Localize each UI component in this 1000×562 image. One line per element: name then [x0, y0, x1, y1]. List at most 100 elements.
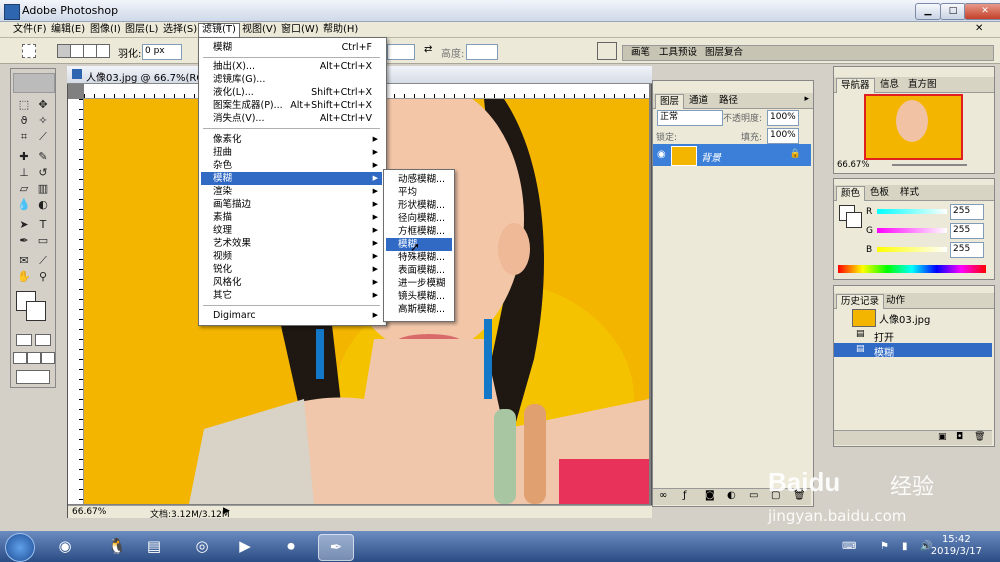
tab-histogram[interactable]: 直方图 — [904, 78, 941, 92]
quick-mask-icon[interactable] — [35, 334, 51, 346]
tab-info[interactable]: 信息 — [876, 78, 903, 92]
eyedropper-icon[interactable]: ⟋ — [35, 255, 51, 267]
menu-item-stylize[interactable]: 风格化 ▶ — [201, 276, 382, 289]
screen-mode-full-icon[interactable] — [41, 352, 55, 364]
tab-actions[interactable]: 动作 — [882, 294, 909, 308]
new-selection-icon[interactable] — [57, 44, 71, 58]
menu-item-render[interactable]: 渲染 ▶ — [201, 185, 382, 198]
zoom-level[interactable]: 66.67% — [72, 507, 106, 517]
layer-mask-icon[interactable]: ◙ — [705, 490, 715, 501]
blue-slider[interactable] — [877, 247, 947, 252]
tab-history[interactable]: 历史记录 — [836, 294, 885, 309]
color-bg-swatch[interactable] — [846, 212, 862, 228]
menu-view[interactable]: 视图(V) — [239, 23, 280, 37]
submenu-item-lens-blur[interactable]: 镜头模糊... — [386, 290, 452, 303]
tab-layers[interactable]: 图层 — [655, 94, 685, 109]
shape-tool-icon[interactable]: ▭ — [35, 235, 51, 247]
menu-layer[interactable]: 图层(L) — [122, 23, 161, 37]
fill-input[interactable]: 100% — [767, 128, 799, 144]
keyboard-icon[interactable]: ⌨ — [842, 541, 856, 552]
tab-swatches[interactable]: 色板 — [866, 186, 893, 200]
notes-tool-icon[interactable]: ✉ — [16, 255, 32, 267]
delete-state-icon[interactable]: 🗑 — [974, 432, 985, 442]
menu-item-liquify[interactable]: 液化(L)... Shift+Ctrl+X — [201, 86, 382, 99]
maximize-button[interactable]: □ — [940, 3, 966, 20]
marquee-tool-preset-icon[interactable] — [22, 44, 36, 58]
menu-item-filter-gallery[interactable]: 滤镜库(G)... — [201, 73, 382, 86]
crop-tool-icon[interactable]: ⌗ — [16, 131, 32, 143]
menu-window[interactable]: 窗口(W) — [278, 23, 322, 37]
color-ramp[interactable] — [838, 265, 986, 273]
navigator-zoom-slider[interactable] — [892, 164, 967, 166]
menu-item-last-filter[interactable]: 模糊 Ctrl+F — [201, 41, 382, 54]
dodge-tool-icon[interactable]: ◐ — [35, 199, 51, 211]
new-group-icon[interactable]: ▭ — [749, 490, 758, 501]
submenu-item-box-blur[interactable]: 方框模糊... — [386, 225, 452, 238]
new-document-from-state-icon[interactable]: ▣ — [938, 432, 947, 442]
blur-tool-icon[interactable]: 💧 — [16, 199, 32, 211]
adjustment-layer-icon[interactable]: ◐ — [727, 490, 736, 501]
submenu-item-radial-blur[interactable]: 径向模糊... — [386, 212, 452, 225]
healing-brush-icon[interactable]: ✚ — [16, 151, 32, 163]
new-snapshot-icon[interactable]: ◘ — [956, 432, 963, 442]
tab-channels[interactable]: 通道 — [685, 94, 712, 108]
menu-item-sketch[interactable]: 素描 ▶ — [201, 211, 382, 224]
video-player-icon[interactable]: ▶ — [228, 534, 262, 559]
tab-navigator[interactable]: 导航器 — [836, 78, 875, 93]
menu-item-other[interactable]: 其它 ▶ — [201, 289, 382, 302]
link-layers-icon[interactable]: ∞ — [659, 490, 667, 501]
photoshop-taskbar-icon[interactable]: ✒ — [318, 534, 354, 561]
screen-recorder-icon[interactable]: ⏺ — [274, 534, 308, 559]
green-input[interactable]: 255 — [950, 223, 984, 239]
red-slider[interactable] — [877, 209, 947, 214]
well-tab-tool-presets[interactable]: 工具预设 — [655, 46, 701, 60]
network-icon[interactable]: ▮ — [902, 541, 908, 552]
subtract-selection-icon[interactable] — [83, 44, 97, 58]
menu-item-texture[interactable]: 纹理 ▶ — [201, 224, 382, 237]
zoom-tool-icon[interactable]: ⚲ — [35, 271, 51, 283]
menu-item-pixelate[interactable]: 像素化 ▶ — [201, 133, 382, 146]
add-selection-icon[interactable] — [70, 44, 84, 58]
menu-item-extract[interactable]: 抽出(X)... Alt+Ctrl+X — [201, 60, 382, 73]
jump-to-imageready-icon[interactable] — [16, 370, 50, 384]
qq-icon[interactable]: 🐧 — [100, 534, 134, 559]
tab-paths[interactable]: 路径 — [715, 94, 742, 108]
menu-select[interactable]: 选择(S) — [160, 23, 200, 37]
tab-styles[interactable]: 样式 — [896, 186, 923, 200]
screen-mode-full-menu-icon[interactable] — [27, 352, 41, 364]
hand-tool-icon[interactable]: ✋ — [16, 271, 32, 283]
eraser-tool-icon[interactable]: ▱ — [16, 183, 32, 195]
red-input[interactable]: 255 — [950, 204, 984, 220]
start-button-icon[interactable] — [5, 533, 35, 562]
menu-item-artistic[interactable]: 艺术效果 ▶ — [201, 237, 382, 250]
well-tab-brushes[interactable]: 画笔 — [627, 46, 654, 60]
standard-mode-icon[interactable] — [16, 334, 32, 346]
submenu-item-average[interactable]: 平均 — [386, 186, 452, 199]
history-snapshot[interactable]: 人像03.jpg — [834, 308, 992, 327]
menu-image[interactable]: 图像(I) — [87, 23, 124, 37]
screen-mode-standard-icon[interactable] — [13, 352, 27, 364]
gradient-tool-icon[interactable]: ▥ — [35, 183, 51, 195]
menu-file[interactable]: 文件(F) — [10, 23, 50, 37]
eye-icon[interactable]: ◉ — [657, 149, 666, 160]
blend-mode-select[interactable]: 正常 — [657, 110, 723, 126]
menu-item-brush-strokes[interactable]: 画笔描边 ▶ — [201, 198, 382, 211]
file-explorer-icon[interactable]: ▤ — [137, 534, 171, 559]
menu-help[interactable]: 帮助(H) — [320, 23, 361, 37]
minimize-button[interactable]: ▁ — [915, 3, 941, 20]
close-button[interactable]: ✕ — [964, 3, 1000, 20]
pen-tool-icon[interactable]: ✒ — [16, 235, 32, 247]
path-select-icon[interactable]: ➤ — [16, 219, 32, 231]
layer-style-icon[interactable]: ƒ — [683, 490, 687, 501]
brush-tool-icon[interactable]: ✎ — [35, 151, 51, 163]
menu-item-pattern-maker[interactable]: 图案生成器(P)... Alt+Shift+Ctrl+X — [201, 99, 382, 112]
height-input[interactable] — [466, 44, 498, 60]
menu-item-video[interactable]: 视频 ▶ — [201, 250, 382, 263]
status-arrow-icon[interactable]: ▶ — [223, 506, 230, 516]
type-tool-icon[interactable]: T — [35, 219, 51, 231]
intersect-selection-icon[interactable] — [96, 44, 110, 58]
menu-item-vanishing-point[interactable]: 消失点(V)... Alt+Ctrl+V — [201, 112, 382, 125]
navigator-thumbnail[interactable] — [864, 94, 963, 160]
layer-row-background[interactable]: ◉ 背景 🔒 — [653, 144, 811, 166]
marquee-tool-icon[interactable]: ⬚ — [16, 99, 32, 111]
